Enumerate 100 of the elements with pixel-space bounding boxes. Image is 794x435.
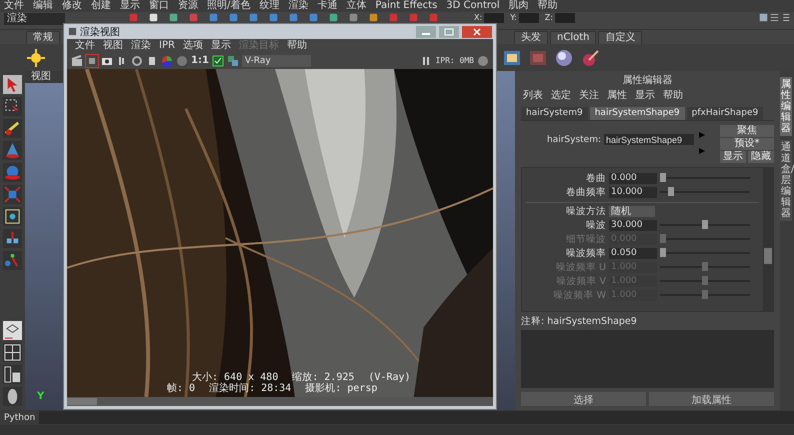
menu-item[interactable]: 显示 bbox=[120, 0, 140, 12]
cube-frame-icon[interactable] bbox=[3, 207, 22, 226]
check-icon[interactable] bbox=[212, 54, 224, 66]
layout-icon[interactable] bbox=[3, 365, 22, 384]
scrollbar[interactable] bbox=[67, 397, 493, 406]
brush-icon[interactable] bbox=[580, 48, 600, 68]
show-button[interactable]: 显示 bbox=[720, 151, 746, 163]
shelf-tab[interactable]: 头发 bbox=[514, 31, 548, 44]
toolbar-icon[interactable] bbox=[369, 13, 378, 22]
lasso-icon[interactable] bbox=[3, 97, 22, 116]
attribute-label: 卷曲频率 bbox=[565, 186, 606, 199]
menu-item[interactable]: 帮助 bbox=[538, 0, 558, 12]
minimize-icon[interactable] bbox=[416, 26, 436, 38]
slider-thumb[interactable] bbox=[660, 248, 666, 258]
refresh-icon[interactable] bbox=[131, 54, 143, 66]
value-field[interactable]: 10.000 bbox=[609, 186, 657, 198]
menu-item[interactable]: 帮助 bbox=[663, 88, 683, 102]
layout-icon[interactable] bbox=[3, 321, 22, 340]
menu-item[interactable]: 文件 bbox=[75, 39, 95, 52]
attribute-label: 噪波频率 V bbox=[555, 274, 606, 288]
method-dropdown[interactable]: 随机 bbox=[609, 206, 655, 217]
z-label: Z: bbox=[544, 13, 553, 23]
slider-thumb[interactable] bbox=[660, 173, 666, 182]
hide-button[interactable]: 隐藏 bbox=[748, 151, 774, 163]
panel-icon[interactable] bbox=[759, 13, 768, 22]
node-field[interactable]: hairSystemShape9 bbox=[604, 134, 694, 145]
maximize-icon[interactable] bbox=[439, 26, 459, 38]
value-field[interactable]: 0.000 bbox=[609, 172, 657, 184]
node-tab[interactable]: hairSystemShape9 bbox=[590, 106, 685, 120]
menu-item[interactable]: 资源 bbox=[178, 0, 198, 12]
sun-icon[interactable] bbox=[26, 48, 46, 68]
grid-layout-icon[interactable] bbox=[3, 343, 22, 362]
toolbar-icon[interactable] bbox=[329, 13, 338, 22]
value-field[interactable]: 30.000 bbox=[609, 220, 657, 231]
menu-item[interactable]: 显示 bbox=[210, 39, 231, 52]
viewport-panel[interactable]: 视图 Y bbox=[25, 71, 63, 410]
menu-item[interactable]: 视图 bbox=[103, 39, 123, 52]
close-icon[interactable] bbox=[462, 26, 492, 38]
toolbar-icon[interactable] bbox=[149, 13, 158, 22]
cone-icon[interactable] bbox=[3, 141, 22, 160]
circle-icon[interactable] bbox=[176, 54, 188, 66]
presets-button[interactable]: 预设* bbox=[720, 138, 774, 150]
side-tab[interactable]: 属性编辑器 bbox=[780, 77, 792, 136]
menu-item[interactable]: IPR bbox=[159, 39, 175, 52]
attribute-label: 噪波方法 bbox=[565, 204, 606, 218]
color-wheel-icon[interactable] bbox=[161, 54, 173, 66]
menu-item[interactable]: 列表 bbox=[523, 88, 543, 102]
menu-item[interactable]: Paint Effects bbox=[375, 0, 438, 12]
menu-item[interactable]: 渲染 bbox=[131, 39, 151, 52]
load-attributes-button[interactable]: 加载属性 bbox=[649, 392, 774, 406]
list-icon[interactable] bbox=[770, 13, 779, 22]
menu-item[interactable]: 帮助 bbox=[286, 39, 307, 52]
menu-item[interactable]: 创建 bbox=[91, 0, 111, 12]
toolbar-icon[interactable] bbox=[169, 13, 178, 22]
shelf-tab[interactable]: 自定义 bbox=[598, 31, 642, 44]
pivot-icon[interactable] bbox=[3, 251, 22, 270]
z-field[interactable] bbox=[554, 13, 575, 23]
attribute-label: 噪波 bbox=[585, 218, 606, 232]
value-field[interactable]: 0.050 bbox=[609, 248, 657, 259]
list-icon[interactable] bbox=[781, 13, 790, 22]
menu-item[interactable]: 卡通 bbox=[317, 0, 338, 12]
snapshot-icon[interactable] bbox=[146, 54, 158, 66]
menu-item[interactable]: 显示 bbox=[635, 88, 655, 102]
zoom-ratio-button[interactable]: 1:1 bbox=[191, 55, 209, 66]
select-button[interactable]: 选择 bbox=[521, 392, 646, 406]
mode-dropdown[interactable]: 渲染 bbox=[4, 13, 65, 25]
arrow-icon[interactable] bbox=[697, 147, 708, 155]
feather-icon[interactable] bbox=[3, 387, 22, 406]
menu-item[interactable]: 修改 bbox=[62, 0, 82, 12]
viewport-menu-item[interactable]: 视图 bbox=[31, 71, 51, 83]
menu-item[interactable]: 选定 bbox=[551, 88, 571, 102]
clapper-icon[interactable] bbox=[71, 54, 83, 66]
attribute-label: 细节噪波 bbox=[565, 232, 606, 246]
blocks-icon[interactable] bbox=[3, 229, 22, 248]
render-info-text: 缩放: 2.925 bbox=[292, 372, 354, 383]
shelf-tab[interactable]: 常规 bbox=[26, 31, 60, 44]
menu-item[interactable]: 属性 bbox=[607, 88, 627, 102]
side-tab[interactable]: 通道盒/层编辑器 bbox=[780, 140, 792, 221]
shelf-tab[interactable]: nCloth bbox=[550, 31, 596, 44]
arrow-icon[interactable] bbox=[697, 131, 708, 139]
scrollbar[interactable] bbox=[763, 168, 773, 312]
slider-thumb[interactable] bbox=[702, 220, 708, 230]
menu-item[interactable]: 3D Control bbox=[446, 0, 500, 12]
slider-thumb[interactable] bbox=[668, 187, 674, 196]
brush-icon[interactable] bbox=[3, 119, 22, 138]
renderer-dropdown[interactable]: V-Ray bbox=[242, 54, 311, 66]
menu-item[interactable]: 选项 bbox=[182, 39, 203, 52]
node-tab[interactable]: hairSystem9 bbox=[521, 106, 588, 120]
focus-button[interactable]: 聚焦 bbox=[720, 125, 774, 137]
sphere-icon[interactable] bbox=[554, 48, 574, 68]
menu-item[interactable]: 编辑 bbox=[33, 0, 53, 12]
y-field[interactable] bbox=[518, 13, 539, 23]
circle-icon[interactable] bbox=[477, 54, 489, 66]
command-field[interactable] bbox=[39, 411, 794, 424]
menu-item[interactable]: 关注 bbox=[579, 88, 599, 102]
x-field[interactable] bbox=[484, 13, 504, 23]
node-tab[interactable]: pfxHairShape9 bbox=[686, 106, 764, 120]
region-icon[interactable] bbox=[86, 54, 98, 66]
menu-item[interactable]: 纹理 bbox=[259, 0, 280, 12]
menu-item[interactable]: 肌肉 bbox=[508, 0, 529, 12]
